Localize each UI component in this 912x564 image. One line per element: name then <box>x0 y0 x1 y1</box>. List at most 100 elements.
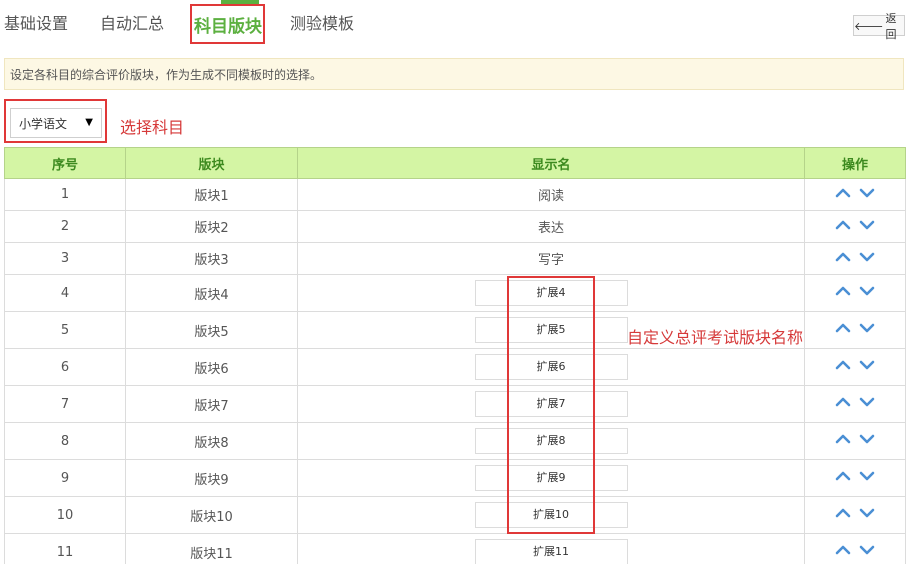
row-number: 8 <box>4 422 126 460</box>
tab-test-templates[interactable]: 测验模板 <box>290 10 354 34</box>
back-button[interactable]: 🡐 返回 <box>853 12 905 41</box>
row-actions-group <box>835 359 875 371</box>
row-block: 版块2 <box>125 210 298 243</box>
row-block: 版块4 <box>125 274 298 312</box>
subject-block-table: 序号 版块 显示名 操作 1 版块1 阅读 2 版块2 表达 3 版块3 写字 4 版块4 扩展4 5 版… <box>4 147 906 564</box>
custom-name-annotation: 自定义总评考试版块名称 <box>627 328 804 347</box>
table-row: 8 版块8 扩展8 <box>4 422 906 460</box>
chevron-down-icon[interactable] <box>859 187 875 199</box>
tab-bar: 基础设置 自动汇总 科目版块 测验模板 <box>0 0 912 50</box>
chevron-up-icon[interactable] <box>835 433 851 445</box>
table-row: 7 版块7 扩展7 <box>4 385 906 423</box>
select-highlight-box <box>4 99 107 143</box>
display-name-highlight-box <box>507 276 595 534</box>
chevron-down-icon[interactable] <box>859 359 875 371</box>
chevron-down-icon[interactable] <box>859 219 875 231</box>
chevron-down-icon[interactable] <box>859 470 875 482</box>
row-number: 5 <box>4 311 126 349</box>
row-display-name: 阅读 <box>297 178 805 211</box>
chevron-up-icon[interactable] <box>835 359 851 371</box>
row-number: 3 <box>4 242 126 275</box>
row-actions <box>804 311 906 349</box>
tab-highlight-box <box>190 4 265 44</box>
chevron-down-icon[interactable] <box>859 507 875 519</box>
row-display-name: 写字 <box>297 242 805 275</box>
row-actions <box>804 496 906 534</box>
row-block: 版块5 <box>125 311 298 349</box>
table-row: 9 版块9 扩展9 <box>4 459 906 497</box>
chevron-down-icon[interactable] <box>859 322 875 334</box>
chevron-down-icon[interactable] <box>859 251 875 263</box>
chevron-down-icon[interactable] <box>859 396 875 408</box>
chevron-down-icon[interactable] <box>859 544 875 556</box>
row-number: 10 <box>4 496 126 534</box>
row-number: 2 <box>4 210 126 243</box>
row-number: 4 <box>4 274 126 312</box>
header-display-name: 显示名 <box>297 147 805 179</box>
row-actions-group <box>835 433 875 445</box>
row-actions <box>804 422 906 460</box>
header-block: 版块 <box>125 147 298 179</box>
tab-basic-settings[interactable]: 基础设置 <box>4 10 68 34</box>
row-actions-group <box>835 219 875 231</box>
chevron-up-icon[interactable] <box>835 322 851 334</box>
row-actions-group <box>835 187 875 199</box>
table-row: 10 版块10 扩展10 <box>4 496 906 534</box>
row-number: 1 <box>4 178 126 211</box>
row-block: 版块9 <box>125 459 298 497</box>
chevron-up-icon[interactable] <box>835 187 851 199</box>
row-actions-group <box>835 470 875 482</box>
row-display-name: 表达 <box>297 210 805 243</box>
display-name-input[interactable]: 扩展11 <box>474 539 628 564</box>
row-actions <box>804 274 906 312</box>
table-header-row: 序号 版块 显示名 操作 <box>4 147 906 179</box>
row-number: 9 <box>4 459 126 497</box>
row-number: 7 <box>4 385 126 423</box>
row-block: 版块6 <box>125 348 298 386</box>
tab-auto-summary[interactable]: 自动汇总 <box>100 10 164 34</box>
select-subject-annotation: 选择科目 <box>120 118 185 137</box>
back-button-label: 返回 <box>885 11 897 41</box>
chevron-down-icon[interactable] <box>859 433 875 445</box>
table-row: 2 版块2 表达 <box>4 210 906 243</box>
chevron-up-icon[interactable] <box>835 219 851 231</box>
row-block: 版块8 <box>125 422 298 460</box>
row-display-name-cell: 扩展11 <box>297 533 805 564</box>
chevron-up-icon[interactable] <box>835 285 851 297</box>
chevron-up-icon[interactable] <box>835 396 851 408</box>
arrow-left-icon: 🡐 <box>854 19 884 33</box>
header-no: 序号 <box>4 147 126 179</box>
table-row: 6 版块6 扩展6 <box>4 348 906 386</box>
row-actions-group <box>835 507 875 519</box>
row-actions-group <box>835 544 875 556</box>
row-block: 版块11 <box>125 533 298 564</box>
chevron-up-icon[interactable] <box>835 544 851 556</box>
row-actions <box>804 210 906 243</box>
chevron-up-icon[interactable] <box>835 470 851 482</box>
row-actions <box>804 348 906 386</box>
chevron-down-icon[interactable] <box>859 285 875 297</box>
table-row: 1 版块1 阅读 <box>4 178 906 211</box>
table-row: 11 版块11 扩展11 <box>4 533 906 564</box>
row-block: 版块7 <box>125 385 298 423</box>
row-block: 版块10 <box>125 496 298 534</box>
table-row: 4 版块4 扩展4 <box>4 274 906 312</box>
row-actions <box>804 385 906 423</box>
row-actions <box>804 178 906 211</box>
row-block: 版块3 <box>125 242 298 275</box>
info-notice: 设定各科目的综合评价版块，作为生成不同模板时的选择。 <box>4 58 904 90</box>
row-actions-group <box>835 396 875 408</box>
chevron-up-icon[interactable] <box>835 251 851 263</box>
chevron-up-icon[interactable] <box>835 507 851 519</box>
table-row: 3 版块3 写字 <box>4 242 906 275</box>
row-block: 版块1 <box>125 178 298 211</box>
row-actions <box>804 533 906 564</box>
row-number: 11 <box>4 533 126 564</box>
row-actions-group <box>835 322 875 334</box>
header-actions: 操作 <box>804 147 906 179</box>
row-actions <box>804 242 906 275</box>
row-actions-group <box>835 285 875 297</box>
row-number: 6 <box>4 348 126 386</box>
row-actions-group <box>835 251 875 263</box>
row-actions <box>804 459 906 497</box>
